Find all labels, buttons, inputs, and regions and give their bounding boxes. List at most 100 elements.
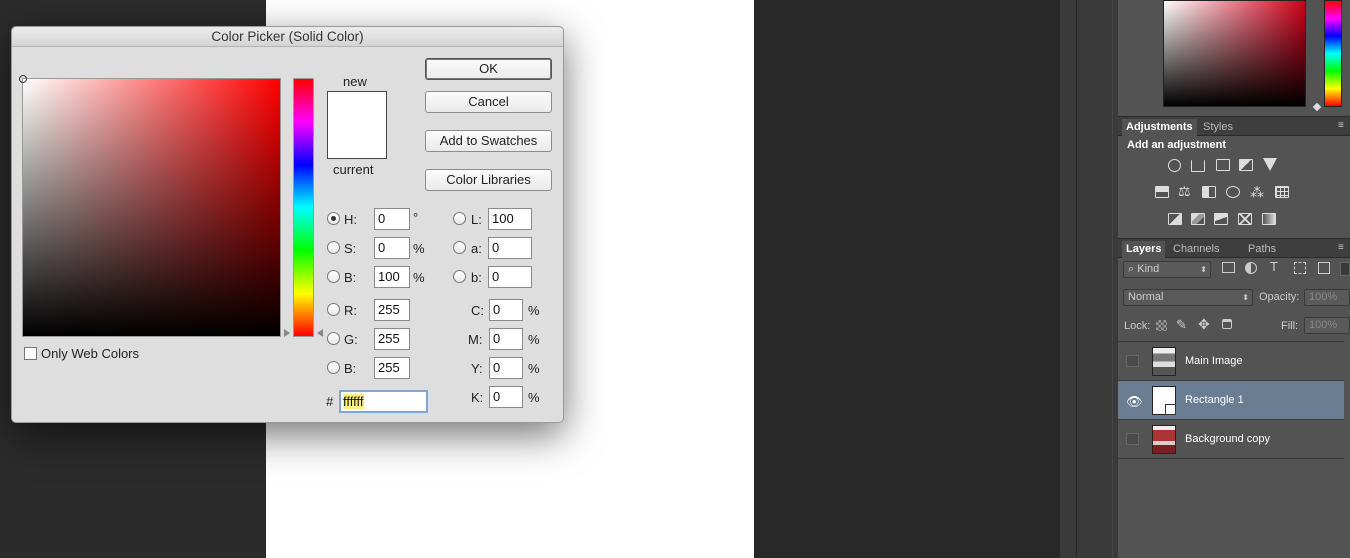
ok-button[interactable]: OK [425,58,552,80]
dialog-title[interactable]: Color Picker (Solid Color) [12,27,563,47]
hue-label: H: [344,212,357,227]
brightness-icon[interactable] [1168,159,1181,172]
brightness-label: B: [344,270,357,285]
magenta-input[interactable]: 0 [489,328,523,350]
gradient-map-icon[interactable] [1262,213,1276,225]
blue-label: B: [344,361,357,376]
lab-b-input[interactable]: 0 [488,266,532,288]
radio-hue[interactable] [327,212,340,225]
filter-toggle[interactable] [1340,262,1350,276]
exposure-icon[interactable] [1239,159,1253,171]
lock-transparent-icon[interactable] [1156,320,1167,331]
saturation-input[interactable]: 0 [374,237,410,259]
radio-saturation[interactable] [327,241,340,254]
layers-tabbar: Layers Channels Paths ≡ [1118,238,1350,259]
invert-icon[interactable] [1168,213,1182,225]
layer-row[interactable]: Main Image [1118,342,1344,381]
black-white-icon[interactable] [1202,186,1216,198]
black-input[interactable]: 0 [489,386,523,408]
lab-l-label: L: [471,212,482,227]
color-panel-field[interactable] [1163,0,1306,107]
lock-position-icon[interactable]: ✥ [1198,316,1210,333]
radio-blue[interactable] [327,361,340,374]
panel-menu-icon[interactable]: ≡ [1338,120,1344,131]
lab-l-input[interactable]: 100 [488,208,532,230]
posterize-icon[interactable] [1191,213,1205,225]
yellow-input[interactable]: 0 [489,357,523,379]
blend-mode-select[interactable]: Normal ⬍ [1123,289,1253,306]
add-to-swatches-button[interactable]: Add to Swatches [425,130,552,152]
channel-mixer-icon[interactable]: ⁂ [1250,184,1264,201]
cancel-button[interactable]: Cancel [425,91,552,113]
panel-menu-icon[interactable]: ≡ [1338,242,1344,253]
radio-brightness[interactable] [327,270,340,283]
only-web-colors-checkbox[interactable] [24,347,37,360]
percent-unit: % [413,241,425,256]
filter-type-icon[interactable]: T [1270,259,1278,274]
radio-lab-a[interactable] [453,241,466,254]
updown-icon: ⬍ [1242,293,1249,302]
tab-layers[interactable]: Layers [1122,241,1166,259]
layer-row[interactable]: 👁 Rectangle 1 [1118,381,1344,420]
tab-channels[interactable]: Channels [1169,241,1223,257]
filter-shape-icon[interactable] [1294,262,1306,274]
tab-paths[interactable]: Paths [1244,241,1280,257]
filter-kind-select[interactable]: ⌕ Kind ⬍ [1123,261,1211,278]
only-web-colors-label: Only Web Colors [41,346,140,361]
color-lookup-icon[interactable] [1275,186,1289,198]
visibility-toggle[interactable] [1126,433,1139,445]
cyan-input[interactable]: 0 [489,299,523,321]
brightness-input[interactable]: 100 [374,266,410,288]
red-label: R: [344,303,357,318]
threshold-icon[interactable] [1214,213,1228,225]
opacity-field[interactable]: 100% [1304,289,1350,306]
hex-value: ffffff [343,394,364,409]
levels-icon[interactable] [1191,160,1205,172]
shape-badge-icon [1165,404,1176,415]
color-libraries-button[interactable]: Color Libraries [425,169,552,191]
adjustments-tabbar: Adjustments Styles ≡ [1118,116,1350,137]
eye-icon[interactable]: 👁 [1126,394,1143,410]
saturation-brightness-field[interactable] [19,75,281,337]
layer-row[interactable]: Background copy [1118,420,1344,459]
lock-all-icon[interactable] [1222,319,1232,329]
tab-styles[interactable]: Styles [1199,119,1237,135]
fill-field[interactable]: 100% [1304,317,1350,334]
percent-unit: % [528,361,540,376]
visibility-toggle[interactable] [1126,355,1139,367]
color-balance-icon[interactable]: ⚖ [1178,183,1191,200]
layer-thumbnail [1152,347,1176,376]
curves-icon[interactable] [1216,159,1230,171]
radio-red[interactable] [327,303,340,316]
percent-unit: % [413,270,425,285]
selective-color-icon[interactable] [1238,213,1252,225]
new-label: new [343,74,367,89]
vibrance-icon[interactable] [1263,158,1277,171]
hex-input[interactable]: ffffff [339,390,428,413]
lab-a-input[interactable]: 0 [488,237,532,259]
hue-slider-arrow-left[interactable] [284,329,290,337]
hue-slider-arrow-right[interactable] [317,329,323,337]
radio-green[interactable] [327,332,340,345]
blue-input[interactable]: 255 [374,357,410,379]
radio-lab-b[interactable] [453,270,466,283]
color-panel-hue-slider[interactable] [1324,0,1342,107]
green-input[interactable]: 255 [374,328,410,350]
hue-slider[interactable] [293,78,314,337]
lock-image-brush-icon[interactable]: ✎ [1176,317,1187,333]
filter-smart-object-icon[interactable] [1318,262,1330,274]
color-preview-swatch[interactable] [327,91,387,159]
lab-a-label: a: [471,241,482,256]
red-input[interactable]: 255 [374,299,410,321]
filter-adjustment-icon[interactable] [1245,262,1257,274]
photo-filter-icon[interactable] [1226,186,1240,198]
panel-dock-gutter [1060,0,1118,558]
fill-label: Fill: [1281,320,1299,332]
filter-pixel-icon[interactable] [1222,262,1235,273]
opacity-label: Opacity: [1259,291,1300,303]
hue-saturation-icon[interactable] [1155,186,1169,198]
radio-lab-l[interactable] [453,212,466,225]
hue-input[interactable]: 0 [374,208,410,230]
field-cursor[interactable] [19,75,27,83]
tab-adjustments[interactable]: Adjustments [1122,119,1197,137]
